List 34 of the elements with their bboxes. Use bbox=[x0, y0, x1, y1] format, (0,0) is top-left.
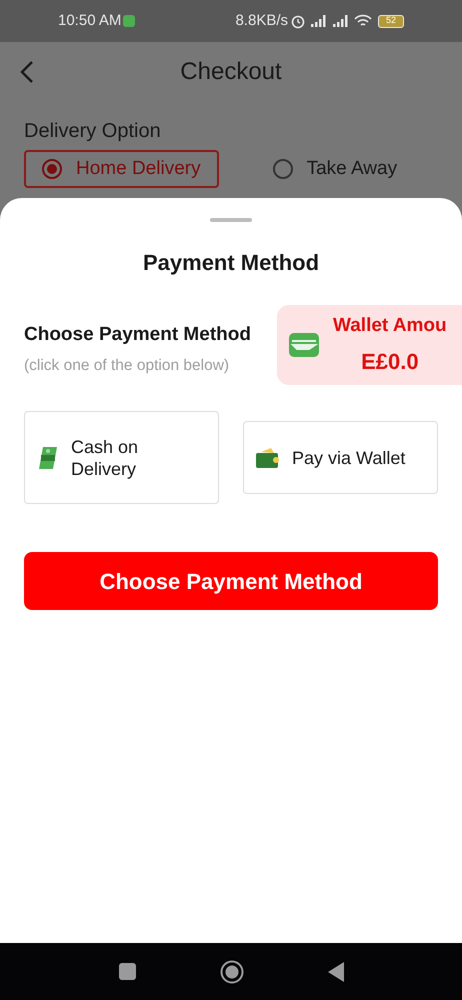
alarm-icon bbox=[290, 13, 306, 29]
wallet-icon bbox=[289, 333, 319, 357]
status-time: 10:50 AM bbox=[58, 10, 122, 31]
home-icon[interactable] bbox=[220, 960, 244, 984]
delivery-option[interactable]: Home Delivery bbox=[24, 150, 219, 188]
battery-icon: 52 bbox=[378, 14, 404, 28]
sheet-title: Payment Method bbox=[142, 249, 320, 277]
signal-icon bbox=[310, 15, 328, 27]
wifi-icon bbox=[354, 14, 372, 28]
back-icon[interactable] bbox=[328, 962, 344, 982]
banknote-icon bbox=[37, 446, 59, 470]
option-label: Cash on Delivery bbox=[71, 436, 140, 480]
payment-option[interactable]: Cash on Delivery bbox=[24, 411, 219, 504]
delivery-option[interactable]: Take Away bbox=[254, 150, 416, 188]
app-notification-icon bbox=[123, 15, 136, 27]
section-label: Delivery Option bbox=[24, 119, 162, 144]
network-speed: 8.8KB/s bbox=[235, 10, 288, 31]
option-label: Home Delivery bbox=[76, 158, 201, 180]
hint-text: (click one of the option below) bbox=[24, 356, 230, 376]
wallet-amount: E£0.0 bbox=[361, 348, 419, 376]
option-label: Pay via Wallet bbox=[292, 446, 406, 468]
choose-payment-button[interactable]: Choose Payment Method bbox=[24, 552, 438, 610]
section-heading: Choose Payment Method bbox=[24, 323, 251, 347]
wallet-label: Wallet Amou bbox=[333, 314, 447, 338]
payment-option[interactable]: Pay via Wallet bbox=[243, 421, 438, 494]
radio-button[interactable] bbox=[42, 159, 62, 179]
back-icon[interactable] bbox=[20, 60, 34, 84]
signal-icon bbox=[332, 15, 350, 27]
page-title: Checkout bbox=[180, 57, 282, 87]
drag-handle[interactable] bbox=[210, 218, 252, 222]
radio-button[interactable] bbox=[272, 159, 293, 179]
option-label: Take Away bbox=[306, 158, 398, 180]
wallet-icon bbox=[256, 448, 280, 468]
recents-icon[interactable] bbox=[118, 963, 136, 980]
